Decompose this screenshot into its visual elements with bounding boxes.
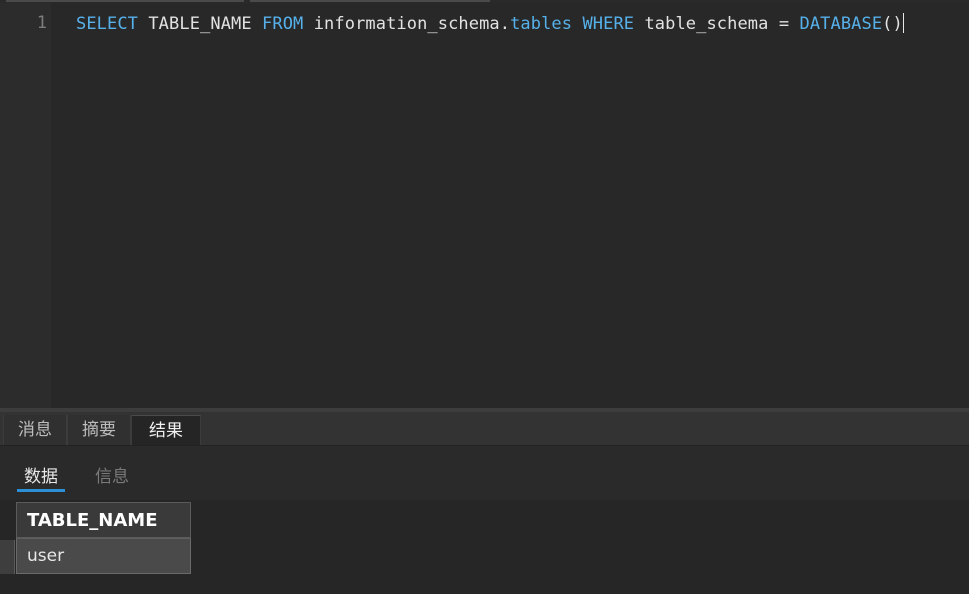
sql-query-window: 1 SELECT TABLE_NAME FROM information_sch… — [0, 0, 969, 594]
text-caret — [902, 13, 904, 33]
code-line[interactable]: SELECT TABLE_NAME FROM information_schem… — [76, 13, 904, 34]
sql-editor[interactable]: 1 SELECT TABLE_NAME FROM information_sch… — [0, 3, 969, 408]
function-parens: () — [882, 14, 903, 34]
tab-messages[interactable]: 消息 — [3, 415, 67, 445]
code-area[interactable]: SELECT TABLE_NAME FROM information_schem… — [51, 3, 969, 408]
column-identifier: TABLE_NAME — [138, 14, 263, 34]
schema-identifier: information_schema. — [303, 14, 511, 34]
table-identifier: tables — [510, 14, 573, 34]
function-database: DATABASE — [799, 14, 883, 34]
line-number-gutter: 1 — [0, 3, 51, 408]
subtab-data[interactable]: 数据 — [24, 462, 58, 487]
subtab-info[interactable]: 信息 — [95, 462, 129, 487]
result-grid: TABLE_NAME user — [16, 502, 191, 574]
result-grid-area: TABLE_NAME user — [0, 500, 969, 594]
column-header-table-name[interactable]: TABLE_NAME — [16, 502, 191, 538]
row-selector[interactable] — [0, 540, 15, 574]
keyword-where: WHERE — [572, 14, 635, 34]
where-condition: table_schema = — [634, 14, 800, 34]
result-tabbar: 消息 摘要 结果 1 — [0, 412, 969, 471]
keyword-from: FROM — [262, 14, 304, 34]
active-subtab-indicator — [17, 489, 65, 492]
toolbar-input-edge — [6, 0, 244, 2]
toolbar-input-edge — [250, 0, 490, 2]
result-subtabbar: 数据 信息 — [0, 446, 969, 500]
keyword-select: SELECT — [76, 14, 139, 34]
table-cell[interactable]: user — [16, 538, 191, 574]
tab-summary[interactable]: 摘要 — [67, 415, 131, 445]
line-number: 1 — [36, 13, 47, 33]
tab-result-1[interactable]: 结果 1 — [131, 415, 201, 471]
